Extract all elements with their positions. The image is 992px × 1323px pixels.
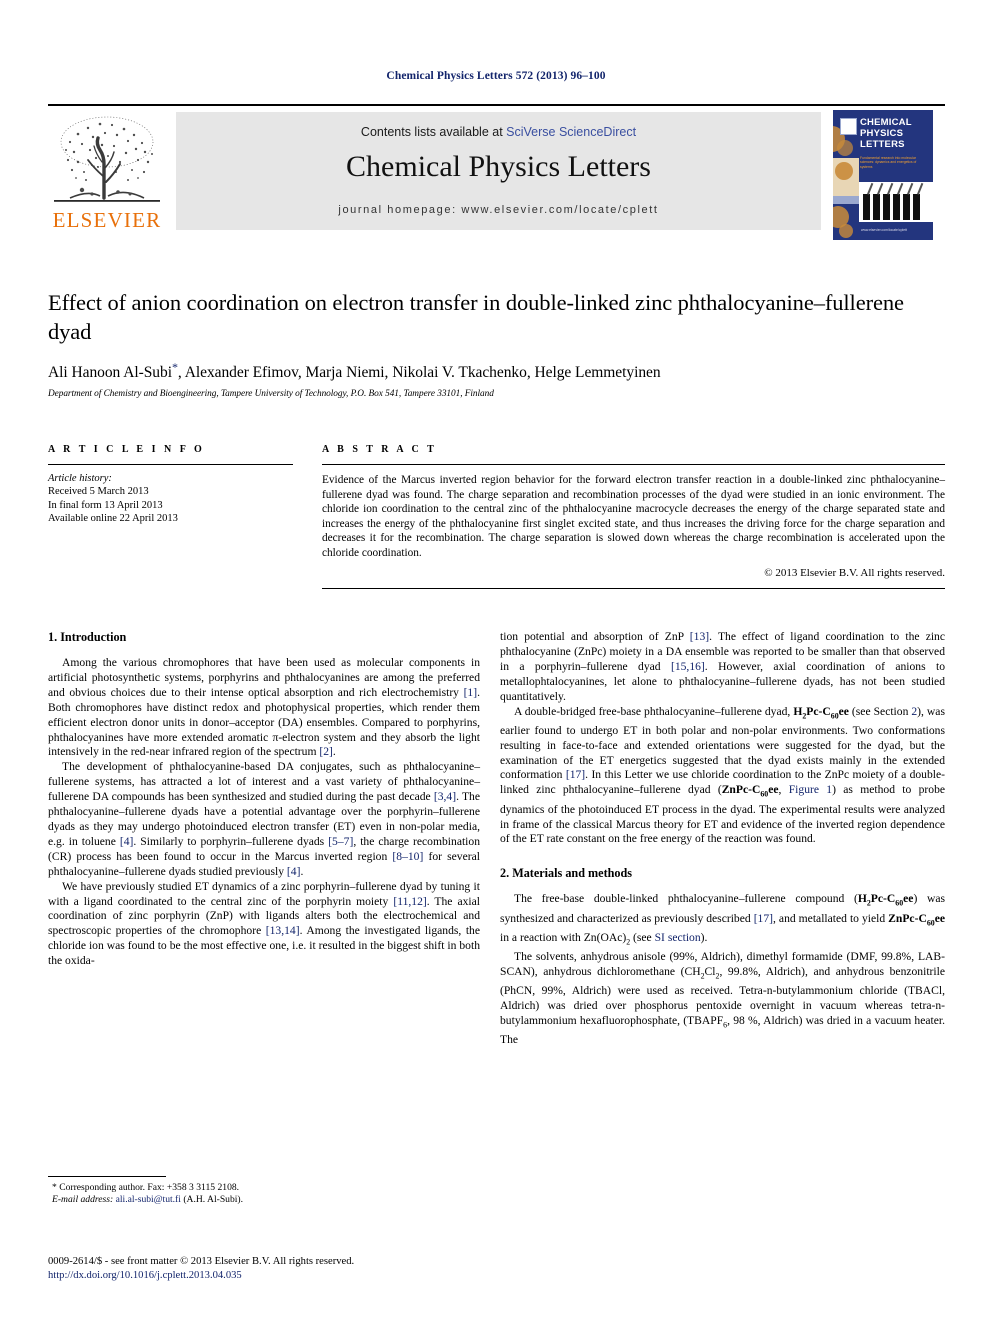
history-final-form: In final form 13 April 2013 xyxy=(48,499,163,511)
paragraph-intro-2: The development of phthalocyanine-based … xyxy=(48,760,480,878)
footnote-divider xyxy=(48,1176,166,1177)
issn-doi-block: 0009-2614/$ - see front matter © 2013 El… xyxy=(48,1255,518,1283)
running-head: Chemical Physics Letters 572 (2013) 96–1… xyxy=(386,70,606,82)
section-heading-materials: 2. Materials and methods xyxy=(500,866,633,881)
email-label: E-mail address: xyxy=(52,1194,114,1206)
contents-prefix-text: Contents lists available at xyxy=(360,125,507,139)
paragraph-materials-2: The solvents, anhydrous anisole (99%, Al… xyxy=(500,949,946,1047)
journal-banner: Contents lists available at SciVerse Sci… xyxy=(176,112,821,230)
body-column-right: tion potential and absorption of ZnP [13… xyxy=(500,630,945,1048)
si-section-ref[interactable]: SI section xyxy=(655,931,701,944)
footnote-email-line: E-mail address: ali.al-subi@tut.fi (A.H.… xyxy=(48,1194,480,1206)
journal-homepage-link[interactable]: journal homepage: www.elsevier.com/locat… xyxy=(176,204,821,216)
journal-masthead: ELSEVIER Contents lists available at Sci… xyxy=(48,104,945,240)
article-info-heading: A R T I C L E I N F O xyxy=(48,444,205,455)
history-received: Received 5 March 2013 xyxy=(48,486,149,497)
footnote-corresponding-line: * Corresponding author. Fax: +358 3 3115… xyxy=(52,1182,240,1193)
paragraph-intro-4: tion potential and absorption of ZnP [13… xyxy=(500,630,946,703)
paragraph-intro-1: Among the various chromophores that have… xyxy=(48,656,480,759)
cover-test-tubes-image xyxy=(859,182,933,222)
contents-available-line: Contents lists available at SciVerse Sci… xyxy=(176,125,821,139)
citation-ref[interactable]: [3,4] xyxy=(434,790,456,803)
citation-ref[interactable]: [15,16] xyxy=(671,660,705,673)
paragraph-materials-1: The free-base double-linked phthalocyani… xyxy=(500,892,945,947)
issn-line: 0009-2614/$ - see front matter © 2013 El… xyxy=(48,1256,355,1267)
sciencedirect-link[interactable]: SciVerse ScienceDirect xyxy=(506,125,636,139)
article-history-label: Article history: xyxy=(48,473,112,484)
elsevier-wordmark: ELSEVIER xyxy=(52,208,162,232)
paper-page: Chemical Physics Letters 572 (2013) 96–1… xyxy=(0,0,992,1323)
author-corresponding: Ali Hanoon Al-Subi xyxy=(48,364,172,382)
citation-ref[interactable]: [5–7] xyxy=(328,835,353,848)
paragraph-intro-5: A double-bridged free-base phthalocyanin… xyxy=(500,704,946,846)
citation-ref[interactable]: [11,12] xyxy=(393,895,426,908)
citation-ref[interactable]: [4] xyxy=(120,835,134,848)
figure-ref[interactable]: Figure 1 xyxy=(789,783,832,796)
citation-ref[interactable]: [13,14] xyxy=(266,924,300,937)
section-heading-introduction: 1. Introduction xyxy=(48,630,127,644)
elsevier-tree-icon xyxy=(54,116,160,202)
author-list-rest: , Alexander Efimov, Marja Niemi, Nikolai… xyxy=(177,364,661,382)
article-info-divider xyxy=(48,464,293,465)
title-block: Effect of anion coordination on electron… xyxy=(48,288,945,399)
history-available-online: Available online 22 April 2013 xyxy=(48,513,178,524)
compound-h2pc-c60ee: H2Pc-C60ee xyxy=(857,892,914,908)
corresponding-author-footnote: * Corresponding author. Fax: +358 3 3115… xyxy=(48,1176,480,1207)
elsevier-logo: ELSEVIER xyxy=(48,112,166,232)
compound-h2pc-c60ee: H2Pc-C60ee xyxy=(793,704,849,720)
cover-title: CHEMICAL PHYSICS LETTERS xyxy=(860,117,912,150)
journal-title: Chemical Physics Letters xyxy=(346,150,651,183)
citation-ref[interactable]: [8–10] xyxy=(392,850,423,863)
citation-ref[interactable]: [17] xyxy=(566,768,585,781)
journal-cover-image: CHEMICAL PHYSICS LETTERS Fundamental res… xyxy=(833,110,933,240)
abstract-bottom-divider xyxy=(322,587,945,589)
citation-ref[interactable]: [4] xyxy=(287,865,301,878)
doi-link[interactable]: http://dx.doi.org/10.1016/j.cplett.2013.… xyxy=(48,1269,518,1283)
author-list: Ali Hanoon Al-Subi*, Alexander Efimov, M… xyxy=(48,360,945,382)
abstract-text: Evidence of the Marcus inverted region b… xyxy=(322,474,945,559)
citation-ref[interactable]: [13] xyxy=(690,630,709,643)
article-info-block: A R T I C L E I N F O Article history: R… xyxy=(48,444,293,526)
email-link[interactable]: ali.al-subi@tut.fi xyxy=(113,1194,181,1205)
body-column-left: 1. Introduction Among the various chromo… xyxy=(48,630,480,969)
cover-subtitle: Fundamental research into molecular scie… xyxy=(860,156,917,169)
citation-ref[interactable]: [2] xyxy=(319,745,333,758)
abstract-block: A B S T R A C T Evidence of the Marcus i… xyxy=(322,444,945,589)
affiliation: Department of Chemistry and Bioengineeri… xyxy=(48,389,494,400)
abstract-divider xyxy=(322,464,945,465)
abstract-copyright: © 2013 Elsevier B.V. All rights reserved… xyxy=(764,566,945,579)
citation-ref[interactable]: [1] xyxy=(464,686,478,699)
compound-znpc-c60ee: ZnPc-C60ee xyxy=(888,911,945,927)
compound-znpc-c60ee: ZnPc-C60ee xyxy=(721,783,779,799)
citation-ref[interactable]: [17] xyxy=(754,912,773,925)
cover-publisher-logo-icon xyxy=(840,118,857,135)
abstract-heading: A B S T R A C T xyxy=(322,444,437,455)
page-title: Effect of anion coordination on electron… xyxy=(48,290,904,344)
paragraph-intro-3: We have previously studied ET dynamics o… xyxy=(48,879,480,968)
email-suffix: (A.H. Al-Subi). xyxy=(180,1194,244,1206)
cover-footer-text: www.elsevier.com/locate/cplett xyxy=(861,228,907,232)
journal-cover-thumbnail[interactable]: CHEMICAL PHYSICS LETTERS Fundamental res… xyxy=(821,106,945,244)
